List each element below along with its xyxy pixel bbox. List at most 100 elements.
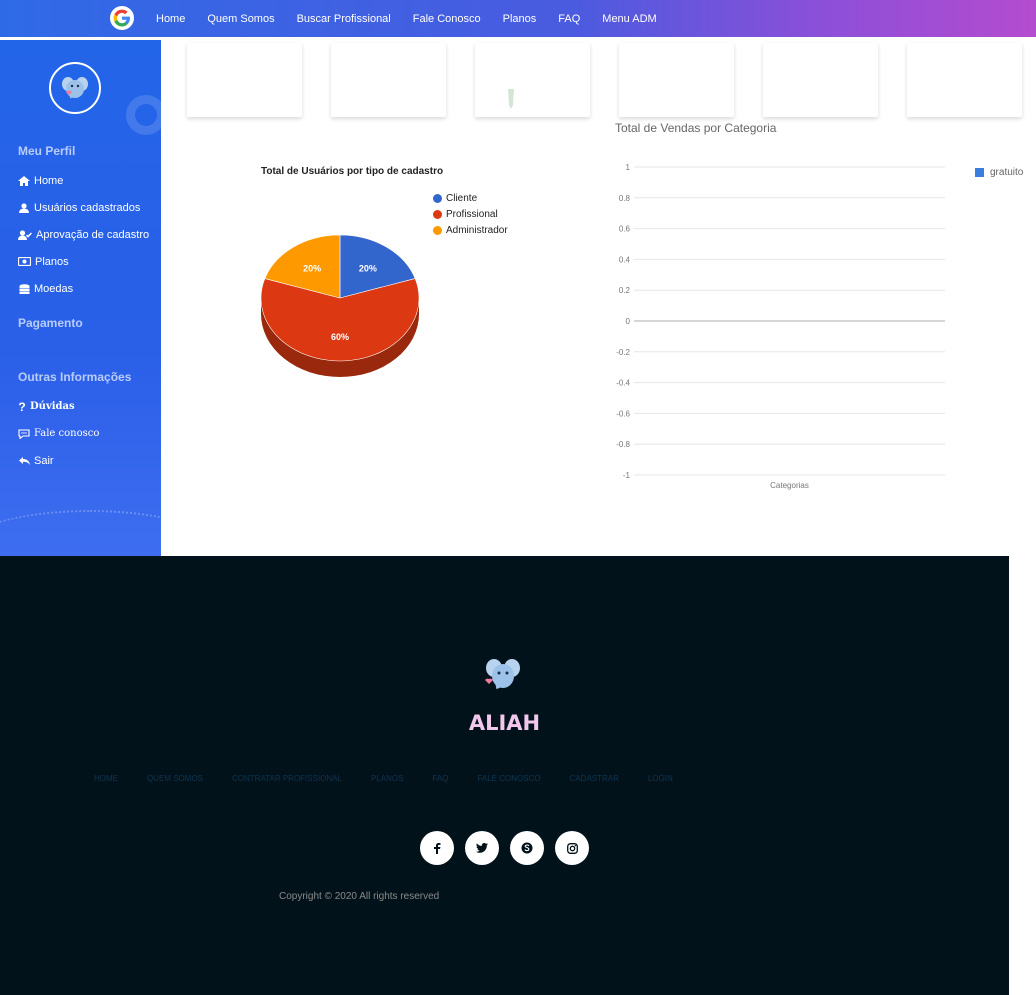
sidebar-item-duvidas[interactable]: ? Dúvidas — [18, 399, 75, 414]
footer-link-contratar-profissional[interactable]: CONTRATAR PROFISSIONAL — [232, 774, 342, 783]
y-tick-label: 0 — [626, 317, 631, 326]
nav-fale-conosco[interactable]: Fale Conosco — [413, 13, 481, 25]
y-tick-label: -0.2 — [616, 348, 630, 357]
stat-value: 0 — [996, 51, 1011, 77]
sidebar-item-sair[interactable]: Sair — [18, 455, 54, 467]
stat-label: Avaliações — [948, 89, 1011, 104]
legend-item[interactable]: Profissional — [433, 206, 508, 222]
home-icon — [18, 176, 30, 186]
user-icon — [195, 59, 251, 115]
legend-swatch — [433, 193, 442, 203]
sidebar-item-label: Fale conosco — [34, 428, 100, 439]
footer-link-cadastrar[interactable]: CADASTRAR — [570, 774, 619, 783]
line-chart: 1 0.8 0.6 0.4 0.2 0 -0.2 -0.4 -0.6 -0.8 -1 Categori… — [616, 163, 945, 490]
pie-slice-label: 20% — [303, 263, 321, 273]
stat-card-avaliacoes[interactable]: 0 Avaliações — [907, 43, 1022, 117]
y-tick-label: -0.4 — [616, 379, 630, 388]
google-logo-icon[interactable] — [110, 6, 134, 30]
sidebar-item-home[interactable]: Home — [18, 175, 63, 187]
nav-quem-somos[interactable]: Quem Somos — [207, 13, 274, 25]
sidebar-item-aprovacao-de-cadastro[interactable]: Aprovação de cadastro — [18, 229, 149, 241]
question-icon: ? — [18, 399, 26, 414]
y-tick-label: -1 — [623, 471, 631, 480]
stat-label: Usuários — [239, 89, 291, 104]
pie-slice-label: 20% — [359, 263, 377, 273]
sidebar-item-usuarios-cadastrados[interactable]: Usuários cadastrados — [18, 202, 140, 214]
nav-menu-adm[interactable]: Menu ADM — [602, 13, 656, 25]
pie-chart-title: Total de Usuários por tipo de cadastro — [261, 166, 444, 177]
sidebar-item-label: Sair — [34, 455, 54, 467]
footer-link-faq[interactable]: FAQ — [432, 774, 448, 783]
legend-label: Profissional — [446, 208, 498, 220]
line-chart-legend[interactable]: gratuito — [975, 167, 1023, 178]
user-check-icon — [18, 230, 32, 240]
legend-label: Administrador — [446, 224, 508, 236]
sidebar-item-planos[interactable]: Planos — [17, 256, 69, 268]
stat-card-planos[interactable]: 3 Planos — [619, 43, 734, 117]
section-heading-pagamento[interactable]: Pagamento — [18, 316, 83, 330]
footer-links: HOME QUEM SOMOS CONTRATAR PROFISSIONAL P… — [94, 774, 673, 783]
stat-label: Moedas — [820, 89, 867, 104]
stat-value: 3 — [852, 51, 867, 77]
y-tick-label: 0.8 — [619, 194, 631, 203]
footer: ALIAH HOME QUEM SOMOS CONTRATAR PROFISSI… — [0, 556, 1009, 995]
elephant-logo-icon — [482, 654, 524, 699]
avatar[interactable] — [49, 62, 101, 114]
instagram-icon[interactable] — [555, 831, 589, 865]
coins-icon — [771, 58, 827, 107]
facebook-icon[interactable] — [420, 831, 454, 865]
stat-label: Clientes — [388, 89, 435, 104]
legend-item[interactable]: Administrador — [433, 222, 508, 238]
y-tick-label: 0.2 — [619, 286, 631, 295]
stat-card-usuarios[interactable]: 6 Usuários — [187, 43, 302, 117]
legend-label: Cliente — [446, 192, 478, 204]
stat-value: 5 — [420, 51, 435, 77]
money-bill-icon — [623, 64, 695, 110]
nav-buscar-profissional[interactable]: Buscar Profissional — [297, 13, 391, 25]
sidebar-item-label: Dúvidas — [30, 401, 75, 412]
y-tick-label: 0.4 — [619, 255, 631, 264]
social-links — [420, 831, 589, 865]
comment-icon — [18, 428, 30, 440]
footer-link-quem-somos[interactable]: QUEM SOMOS — [147, 774, 203, 783]
twitter-icon[interactable] — [465, 831, 499, 865]
sidebar: Meu Perfil Home Usuários cadastrados Apr… — [0, 40, 161, 556]
sidebar-item-moedas[interactable]: Moedas — [18, 283, 73, 295]
footer-link-home[interactable]: HOME — [94, 774, 118, 783]
user-tie-icon — [485, 58, 537, 115]
legend-swatch — [975, 168, 984, 177]
legend-item[interactable]: Cliente — [433, 190, 508, 206]
nav-faq[interactable]: FAQ — [558, 13, 580, 25]
top-navbar: Home Quem Somos Buscar Profissional Fale… — [0, 0, 1036, 37]
stat-card-cuidadores[interactable]: 7 Cuidadores — [475, 43, 590, 117]
sidebar-item-label: Home — [34, 175, 64, 187]
user-icon — [18, 203, 30, 213]
pie-chart-legend: Cliente Profissional Administrador — [433, 190, 508, 238]
y-tick-label: -0.8 — [616, 440, 630, 449]
footer-link-login[interactable]: LOGIN — [648, 774, 673, 783]
skype-icon[interactable] — [510, 831, 544, 865]
y-tick-label: 1 — [626, 163, 631, 172]
footer-link-planos[interactable]: PLANOS — [371, 774, 403, 783]
sidebar-item-fale-conosco[interactable]: Fale conosco — [18, 428, 100, 440]
stat-value: 7 — [564, 51, 579, 77]
reply-icon — [18, 456, 30, 466]
pie-chart: 20% 60% 20% — [260, 234, 420, 377]
line-chart-title: Total de Vendas por Categoria — [615, 121, 777, 135]
elephant-icon — [62, 77, 88, 99]
stat-card-moedas[interactable]: 3 Moedas — [763, 43, 878, 117]
stat-value: 3 — [708, 51, 723, 77]
footer-brand: ALIAH — [468, 711, 541, 735]
section-heading-outras-informacoes: Outras Informações — [18, 370, 132, 384]
nav-home[interactable]: Home — [156, 13, 185, 25]
section-heading-meu-perfil: Meu Perfil — [18, 144, 76, 158]
sidebar-item-label: Planos — [35, 256, 69, 268]
stat-label: Planos — [683, 89, 723, 104]
nav-planos[interactable]: Planos — [503, 13, 537, 25]
legend-swatch — [433, 225, 442, 235]
footer-link-fale-conosco[interactable]: FALE CONOSCO — [477, 774, 540, 783]
sidebar-item-label: Moedas — [34, 283, 74, 295]
pie-slice-label: 60% — [331, 332, 349, 342]
stat-card-clientes[interactable]: 5 Clientes — [331, 43, 446, 117]
smile-icon — [915, 57, 971, 113]
